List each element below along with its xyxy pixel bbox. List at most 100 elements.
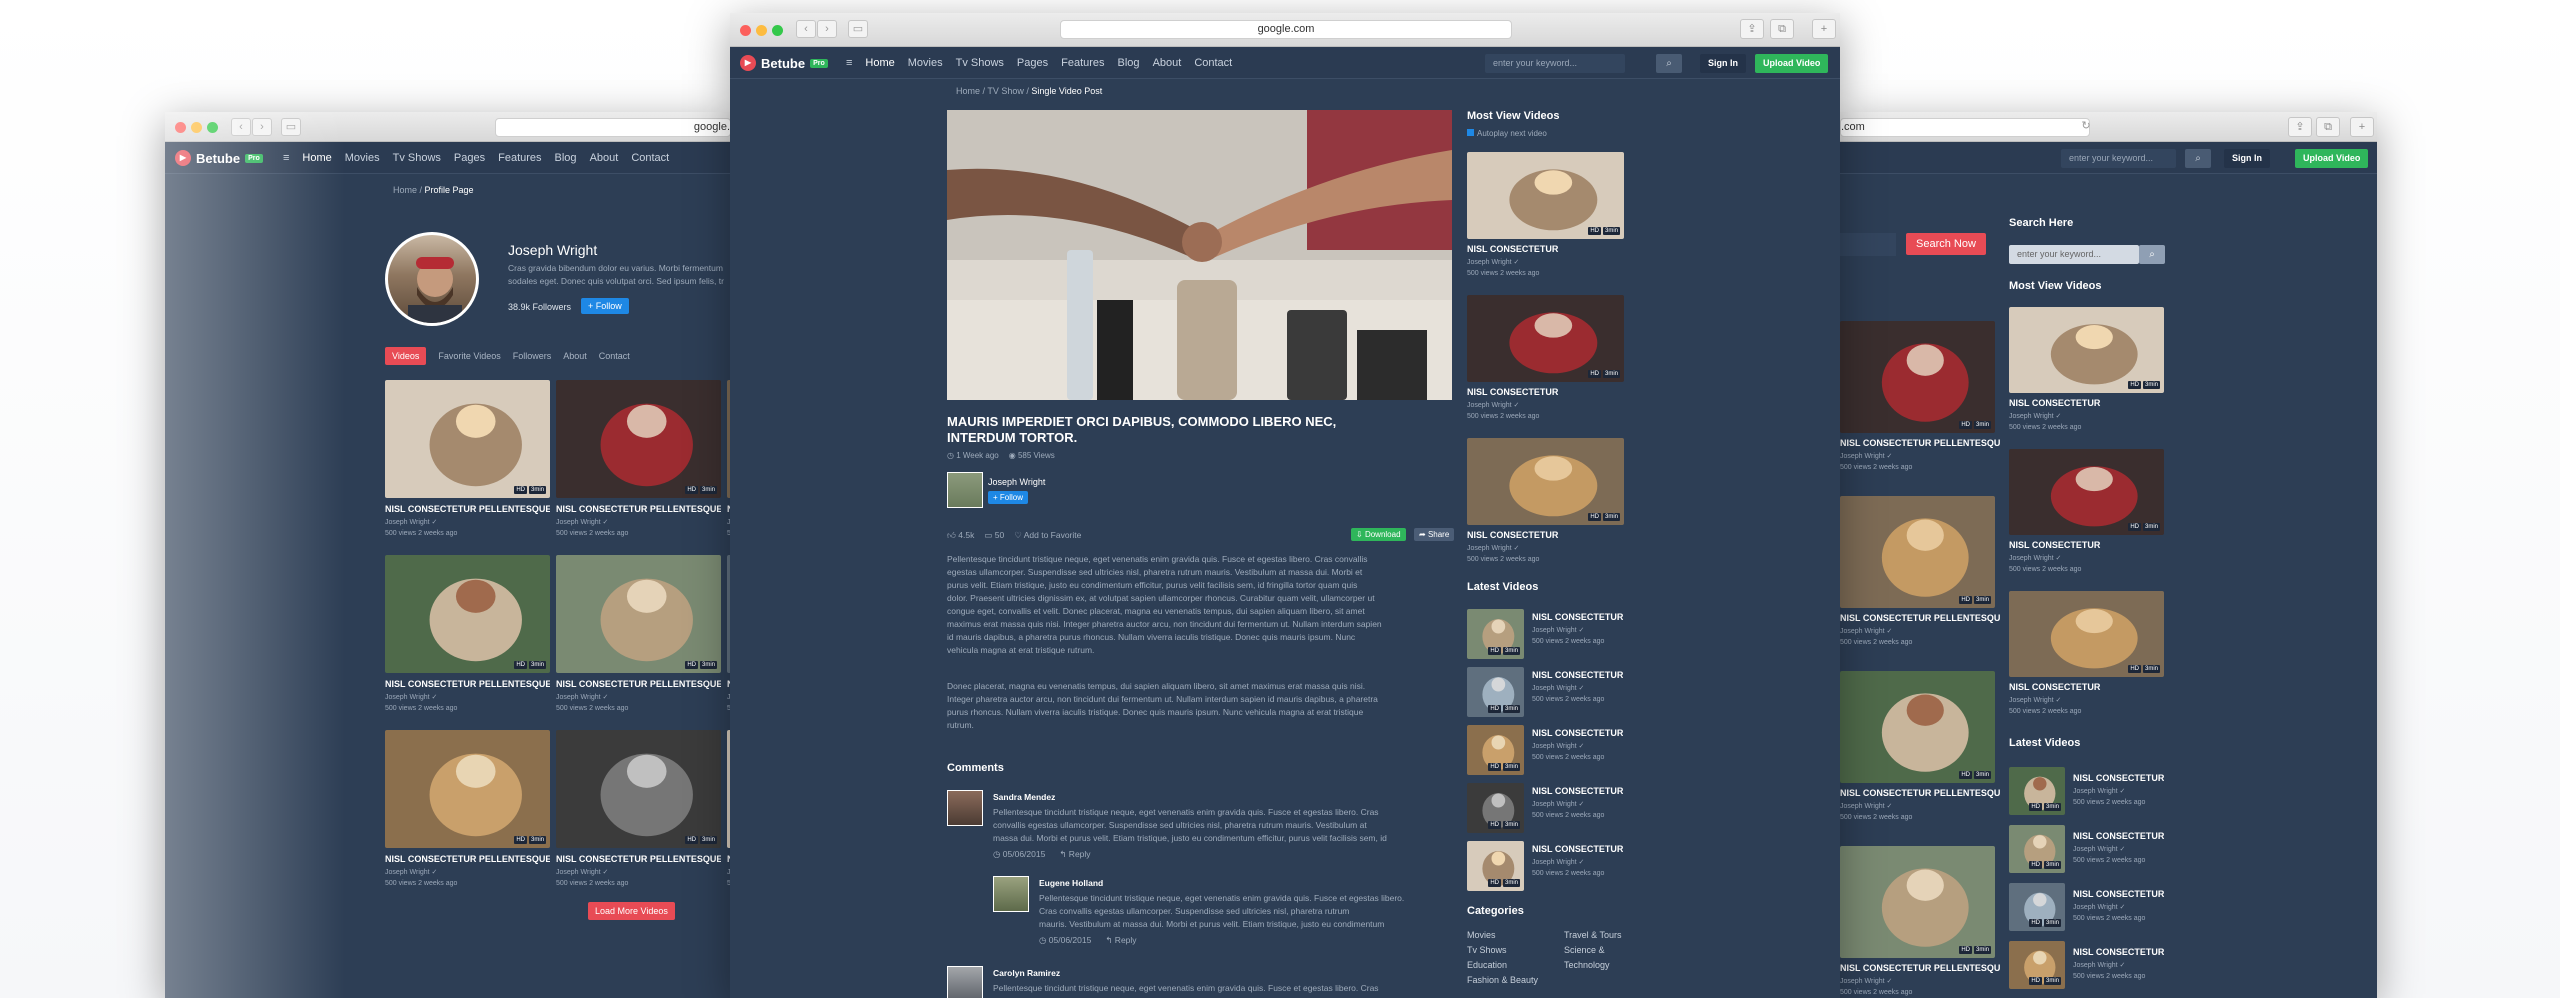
video-thumbnail[interactable]: HD3min (2009, 883, 2065, 931)
video-author[interactable]: Joseph Wright ✓ (2073, 903, 2125, 911)
video-title[interactable]: NISL CONSECTETUR PELLENTESQUE (1840, 963, 2000, 973)
checkbox-icon[interactable] (1467, 129, 1474, 136)
video-thumbnail[interactable]: HD3min (1467, 438, 1624, 525)
search-now-button[interactable]: Search Now (1906, 233, 1986, 255)
video-title[interactable]: NISL CONSECTETUR (2073, 889, 2164, 899)
zoom-dot-icon[interactable] (772, 25, 783, 36)
video-player[interactable] (947, 110, 1452, 400)
video-title[interactable]: NISL CONSECTETUR PELLENTESQUE (1840, 613, 2000, 623)
menu-pages[interactable]: Pages (454, 152, 485, 164)
video-author[interactable]: Joseph Wright ✓ (2009, 554, 2061, 562)
video-thumbnail[interactable]: HD3min (2009, 591, 2164, 677)
video-author[interactable]: Joseph Wright ✓ (1532, 626, 1584, 634)
menu-blog[interactable]: Blog (555, 152, 577, 164)
author-avatar[interactable] (947, 472, 983, 508)
video-thumbnail[interactable]: HD3min (1840, 671, 1995, 783)
menu-home[interactable]: Home (865, 57, 894, 69)
video-title[interactable]: NISL CONSECTETUR (2073, 773, 2164, 783)
menu-pages[interactable]: Pages (1017, 57, 1048, 69)
menu-toggle-icon[interactable]: ≡ (846, 57, 852, 69)
commenter-avatar[interactable] (947, 966, 983, 998)
tab-contact[interactable]: Contact (599, 351, 630, 361)
video-title[interactable]: NISL CONSECTETUR PELLENTESQUE (385, 854, 550, 864)
menu-about[interactable]: About (1153, 57, 1182, 69)
video-title[interactable]: NISL CONSECTETUR (2073, 947, 2164, 957)
close-dot-icon[interactable] (740, 25, 751, 36)
category-link[interactable]: Fashion & Beauty (1467, 975, 1538, 985)
commenter-name[interactable]: Eugene Holland (1039, 878, 1103, 888)
commenter-avatar[interactable] (993, 876, 1029, 912)
tab-about[interactable]: About (563, 351, 587, 361)
menu-tv-shows[interactable]: Tv Shows (956, 57, 1004, 69)
video-thumbnail[interactable]: HD3min (385, 555, 550, 673)
breadcrumb-home[interactable]: Home (393, 185, 417, 195)
video-author[interactable]: Joseph Wright ✓ (1467, 258, 1519, 266)
author-name[interactable]: Joseph Wright (988, 477, 1045, 487)
video-author[interactable]: Joseph Wright ✓ (2073, 845, 2125, 853)
autoplay-toggle[interactable]: Autoplay next video (1467, 129, 1547, 138)
commenter-name[interactable]: Sandra Mendez (993, 792, 1055, 802)
tabs-icon[interactable]: ⧉ (1770, 19, 1794, 39)
video-author[interactable]: Joseph Wright ✓ (1467, 544, 1519, 552)
video-thumbnail[interactable]: HD3min (1840, 846, 1995, 958)
video-title[interactable]: NISL CONSECTETUR (1532, 728, 1623, 738)
menu-features[interactable]: Features (1061, 57, 1104, 69)
upload-button-right[interactable]: Upload Video (2295, 149, 2369, 168)
video-thumbnail[interactable]: HD3min (1467, 295, 1624, 382)
sidebar-toggle-icon[interactable]: ▭ (848, 20, 868, 38)
video-thumbnail[interactable]: HD3min (1467, 725, 1524, 775)
video-title[interactable]: NISL CONSECTETUR (2009, 540, 2164, 550)
tab-followers[interactable]: Followers (513, 351, 552, 361)
search-input[interactable]: enter your keyword... (1485, 54, 1625, 73)
video-author[interactable]: Joseph Wright ✓ (1532, 684, 1584, 692)
video-author[interactable]: Joseph Wright ✓ (1840, 627, 1892, 635)
video-title[interactable]: NISL CONSECTETUR (1532, 786, 1623, 796)
video-thumbnail[interactable]: HD3min (385, 730, 550, 848)
reply-button[interactable]: ↰ Reply (1105, 934, 1136, 947)
video-author[interactable]: Joseph Wright ✓ (2073, 787, 2125, 795)
video-title[interactable]: NISL CONSECTETUR PELLENTESQUE (1840, 788, 2000, 798)
load-more-button[interactable]: Load More Videos (588, 902, 675, 920)
new-tab-icon[interactable]: + (2350, 117, 2374, 137)
add-favorite-button[interactable]: ♡ Add to Favorite (1014, 530, 1081, 541)
video-thumbnail[interactable]: HD3min (2009, 941, 2065, 989)
video-thumbnail[interactable]: HD3min (1467, 841, 1524, 891)
menu-features[interactable]: Features (498, 152, 541, 164)
search-input-right[interactable]: enter your keyword... (2061, 149, 2176, 168)
share-button[interactable]: ➦ Share (1414, 528, 1455, 541)
video-thumbnail[interactable]: HD3min (2009, 825, 2065, 873)
video-thumbnail[interactable]: HD3min (1467, 609, 1524, 659)
share-browser-icon[interactable]: ⇪ (1740, 19, 1764, 39)
address-bar-right[interactable]: .com (1840, 118, 2090, 137)
breadcrumb-home[interactable]: Home (956, 86, 980, 96)
video-author[interactable]: Joseph Wright ✓ (385, 868, 437, 876)
breadcrumb-tv-show[interactable]: TV Show (987, 86, 1024, 96)
video-author[interactable]: Joseph Wright ✓ (556, 518, 608, 526)
video-author[interactable]: Joseph Wright ✓ (2009, 412, 2061, 420)
sign-in-button-right[interactable]: Sign In (2224, 149, 2270, 168)
video-title[interactable]: NISL CONSECTETUR PELLENTESQUE (556, 504, 721, 514)
video-title[interactable]: NISL CONSECTETUR (1532, 612, 1623, 622)
video-title[interactable]: NISL CONSECTETUR (1532, 670, 1623, 680)
video-thumbnail[interactable]: HD3min (556, 380, 721, 498)
menu-tv-shows[interactable]: Tv Shows (393, 152, 441, 164)
video-title[interactable]: NISL CONSECTETUR (1532, 844, 1623, 854)
video-title[interactable]: NISL CONSECTETUR PELLENTESQUE (1840, 438, 2000, 448)
video-thumbnail[interactable]: HD3min (2009, 449, 2164, 535)
video-title[interactable]: NISL CONSECTETUR PELLENTESQUE (556, 679, 721, 689)
logo[interactable]: ▶ Betube Pro (740, 55, 828, 71)
tabs-icon[interactable]: ⧉ (2316, 117, 2340, 137)
video-author[interactable]: Joseph Wright ✓ (1532, 742, 1584, 750)
video-thumbnail[interactable]: HD3min (2009, 767, 2065, 815)
video-thumbnail[interactable]: HD3min (1467, 783, 1524, 833)
video-thumbnail[interactable]: HD3min (556, 730, 721, 848)
video-title[interactable]: NISL CONSECTETUR (1467, 530, 1624, 540)
video-author[interactable]: Joseph Wright ✓ (1467, 401, 1519, 409)
video-thumbnail[interactable]: HD3min (1467, 152, 1624, 239)
video-thumbnail[interactable]: HD3min (1840, 496, 1995, 608)
video-author[interactable]: Joseph Wright ✓ (2073, 961, 2125, 969)
download-button[interactable]: ⇩ Download (1351, 528, 1406, 541)
search-icon[interactable]: ⌕ (1656, 54, 1682, 73)
commenter-name[interactable]: Carolyn Ramirez (993, 968, 1060, 978)
forward-icon[interactable]: › (817, 20, 837, 38)
